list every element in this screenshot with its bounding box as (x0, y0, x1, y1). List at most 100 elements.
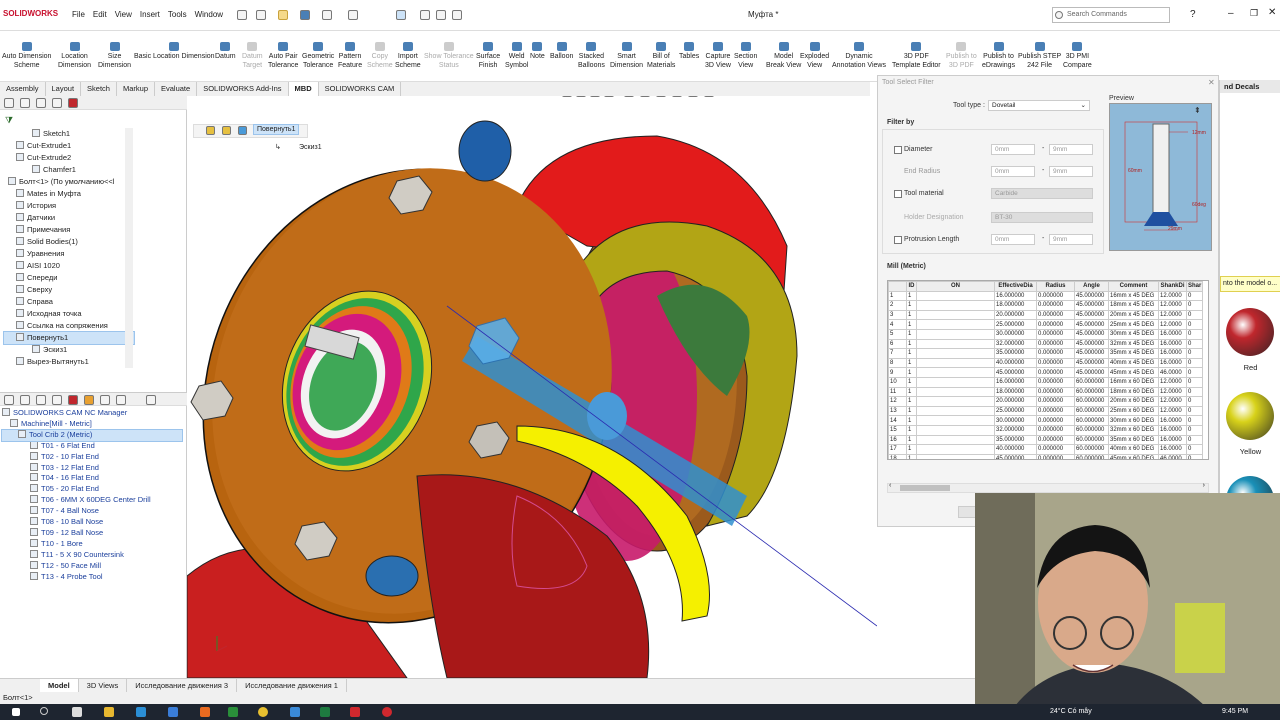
table-row[interactable]: 7 1 35.000000 0.000000 45.000000 35mm x 45 DE… (888, 348, 1204, 359)
part-icon[interactable] (222, 126, 231, 135)
command-button[interactable]: Smart Dimension (610, 42, 643, 70)
graphics-area[interactable]: Повернуть1 ↳ Эскиз1 (187, 96, 877, 678)
command-button[interactable]: Datum Target (242, 42, 263, 70)
feature-tree-item[interactable]: Mates in Муфта (4, 188, 134, 200)
record-icon[interactable] (382, 707, 392, 717)
tab-layout[interactable]: Layout (46, 82, 82, 96)
feature-tree-item[interactable]: AISI 1020 (4, 260, 134, 272)
cam-tree-item[interactable]: T03 - 12 Flat End (2, 462, 182, 474)
file-properties-icon[interactable] (436, 10, 446, 20)
cam-tree-item[interactable]: Machine[Mill - Metric] (2, 418, 182, 430)
protrusion-length-checkbox[interactable] (894, 236, 902, 244)
bottom-tab[interactable]: 3D Views (79, 679, 128, 692)
table-row[interactable]: 9 1 45.000000 0.000000 45.000000 45mm x 45 DE… (888, 367, 1204, 378)
store-icon[interactable] (168, 707, 178, 717)
assembly-icon[interactable] (206, 126, 215, 135)
command-button[interactable]: Auto Pair Tolerance (268, 42, 298, 70)
table-horizontal-scrollbar[interactable]: ‹ › (887, 482, 1209, 493)
column-header[interactable]: Shar (1185, 281, 1204, 292)
coupling-3d-model[interactable] (187, 96, 877, 678)
command-button[interactable]: Publish to eDrawings (982, 42, 1015, 70)
column-header[interactable]: Radius (1036, 281, 1075, 292)
feature-tree-item[interactable]: Sketch1 (4, 128, 134, 140)
command-button[interactable]: Geometric Tolerance (302, 42, 334, 70)
table-row[interactable]: 6 1 32.000000 0.000000 45.000000 32mm x 45 DE… (888, 338, 1204, 350)
revolve-icon[interactable] (238, 126, 247, 135)
feature-tree-item[interactable]: Справа (4, 296, 134, 308)
cam-tree-item[interactable]: Tool Crib 2 (Metric) (1, 428, 183, 442)
command-button[interactable]: 3D PDF Template Editor (892, 42, 941, 70)
cam-feature-tree-icon[interactable] (84, 395, 94, 405)
table-row[interactable]: 13 1 25.000000 0.000000 60.000000 25mm x 60 D… (888, 405, 1204, 417)
table-row[interactable]: 10 1 16.000000 0.000000 60.000000 16mm x 60 D… (888, 376, 1204, 388)
cam-tree-item[interactable]: T02 - 10 Flat End (2, 451, 182, 463)
dim-xpert-icon[interactable] (52, 395, 62, 405)
command-button[interactable]: Surface Finish (476, 42, 500, 70)
feature-tree-item[interactable]: Solid Bodies(1) (4, 236, 134, 248)
view-settings-icon[interactable] (704, 96, 714, 97)
command-button[interactable]: 3D PMI Compare (1063, 42, 1092, 70)
table-row[interactable]: 15 1 32.000000 0.000000 60.000000 32mm x 60 D… (888, 424, 1204, 436)
bottom-tab[interactable]: Model (40, 679, 79, 692)
command-button[interactable]: Tables (679, 42, 699, 61)
bottom-tab[interactable]: Исследование движения 1 (237, 679, 347, 692)
feature-tree-item[interactable]: Ссылка на сопряжения (4, 320, 134, 332)
column-header[interactable]: Comment (1108, 281, 1159, 292)
table-row[interactable]: 17 1 40.000000 0.000000 60.000000 40mm x 60 D… (888, 444, 1204, 455)
command-button[interactable]: Copy Scheme (367, 42, 393, 70)
tab-solidworks-cam[interactable]: SOLIDWORKS CAM (319, 82, 402, 96)
menu-view[interactable]: View (115, 10, 132, 19)
cam-tree-item[interactable]: T01 - 6 Flat End (2, 440, 182, 452)
app-icon[interactable] (290, 707, 300, 717)
rebuild-icon[interactable] (420, 10, 430, 20)
column-header[interactable] (888, 281, 907, 292)
search-commands-input[interactable]: Search Commands (1052, 7, 1170, 23)
new-file-icon[interactable] (256, 10, 266, 20)
scroll-right-icon[interactable]: › (1203, 482, 1205, 489)
column-header[interactable]: EffectiveDia (994, 281, 1037, 292)
config-manager-icon[interactable] (36, 98, 46, 108)
command-button[interactable]: Note (530, 42, 545, 61)
feature-tree-item[interactable]: Исходная точка (4, 308, 134, 320)
menu-tools[interactable]: Tools (168, 10, 187, 19)
feature-tree-item[interactable]: Chamfer1 (4, 164, 134, 176)
command-button[interactable]: Size Dimension (98, 42, 131, 70)
table-row[interactable]: 14 1 30.000000 0.000000 60.000000 30mm x 60 D… (888, 415, 1204, 426)
hide-show-items-icon[interactable] (656, 96, 666, 97)
options-gear-icon[interactable] (452, 10, 462, 20)
column-header[interactable]: ShankDi (1158, 281, 1187, 292)
cam-tree-item[interactable]: T09 - 12 Ball Nose (2, 527, 182, 539)
table-row[interactable]: 16 1 35.000000 0.000000 60.000000 35mm x 60 D… (888, 434, 1204, 446)
feature-tree-item[interactable]: Уравнения (4, 248, 134, 260)
command-button[interactable]: Location Dimension (58, 42, 91, 70)
appearance-icon[interactable] (68, 98, 78, 108)
cam-tree-item[interactable]: T08 - 10 Ball Nose (2, 517, 182, 528)
cam-tree-item[interactable]: T04 - 16 Flat End (2, 473, 182, 484)
table-row[interactable]: 12 1 20.000000 0.000000 60.000000 20mm x 60 D… (888, 396, 1204, 407)
command-button[interactable]: Import Scheme (395, 42, 421, 70)
decal-ball-swatch[interactable] (1226, 392, 1274, 440)
edge-icon[interactable] (136, 707, 146, 717)
open-folder-icon[interactable] (278, 10, 288, 20)
property-manager-icon[interactable] (20, 98, 30, 108)
tool-table[interactable]: ID ON EffectiveDia Radius Angle Comment ShankD… (887, 280, 1209, 460)
scroll-left-icon[interactable]: ‹ (889, 482, 891, 489)
command-button[interactable]: Datum (215, 42, 236, 61)
minimize-icon[interactable]: – (1228, 8, 1234, 19)
previous-view-icon[interactable] (590, 96, 600, 97)
solidworks-icon[interactable] (350, 707, 360, 717)
firefox-icon[interactable] (200, 707, 210, 717)
property-manager-icon[interactable] (20, 395, 30, 405)
command-button[interactable]: Dynamic Annotation Views (832, 42, 886, 70)
feature-tree-item[interactable]: Cut-Extrude1 (4, 140, 134, 152)
menu-insert[interactable]: Insert (140, 10, 160, 19)
feature-tree-icon[interactable] (4, 395, 14, 405)
diameter-checkbox[interactable] (894, 146, 902, 154)
end-radius-from-input[interactable]: 0mm (991, 166, 1035, 177)
command-button[interactable]: Show Tolerance Status (424, 42, 474, 70)
cam-operation-tree-icon[interactable] (100, 395, 110, 405)
command-button[interactable]: Balloon (550, 42, 573, 61)
tab-mbd[interactable]: MBD (288, 82, 319, 96)
feature-tree-item[interactable]: Повернуть1 (3, 331, 135, 345)
cam-tree-item[interactable]: T13 - 4 Probe Tool (2, 571, 182, 583)
